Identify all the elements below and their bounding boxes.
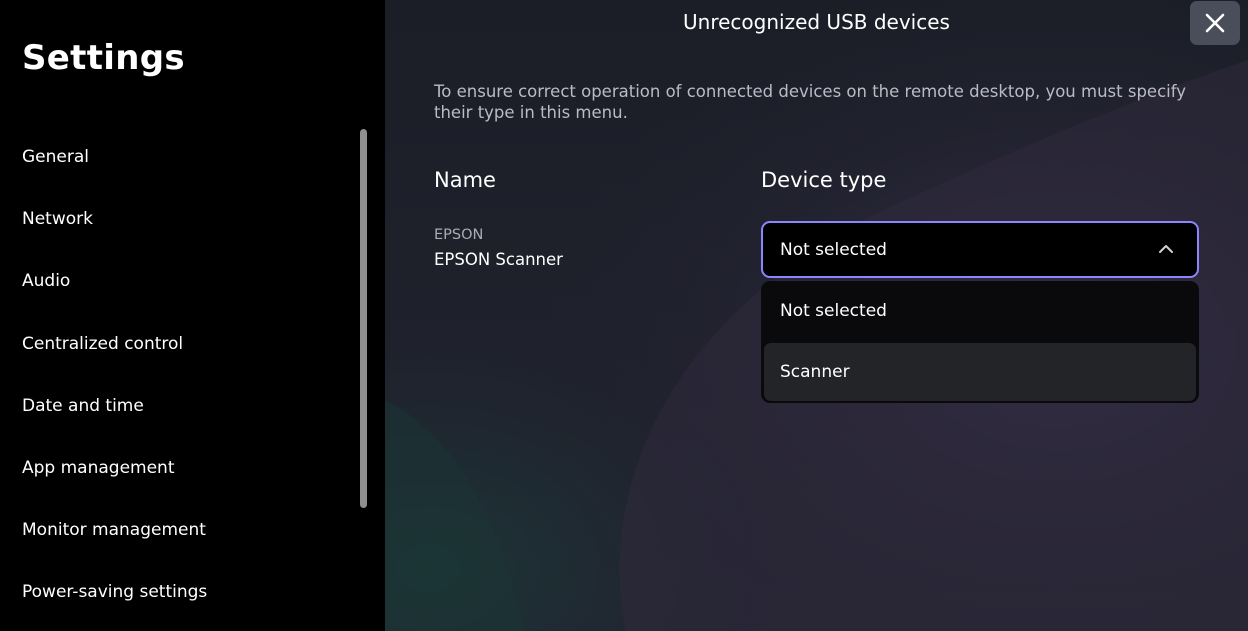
sidebar-item-date-and-time[interactable]: Date and time — [0, 375, 350, 437]
column-header-device-type: Device type — [761, 168, 887, 192]
settings-window: Settings General Network Audio Centraliz… — [0, 0, 1248, 631]
sidebar-item-power-saving-settings[interactable]: Power-saving settings — [0, 561, 350, 623]
sidebar-item-centralized-control[interactable]: Centralized control — [0, 313, 350, 375]
sidebar-scrollbar[interactable] — [360, 129, 367, 508]
close-icon — [1205, 13, 1225, 33]
chevron-up-icon — [1159, 245, 1173, 253]
sidebar-item-network[interactable]: Network — [0, 188, 350, 250]
sidebar: Settings General Network Audio Centraliz… — [0, 0, 385, 631]
dropdown-option-not-selected[interactable]: Not selected — [764, 282, 1196, 340]
device-name: EPSON Scanner — [434, 250, 563, 269]
sidebar-item-app-management[interactable]: App management — [0, 437, 350, 499]
dropdown-option-scanner[interactable]: Scanner — [764, 343, 1196, 401]
device-type-selected-value: Not selected — [780, 239, 887, 260]
sidebar-title: Settings — [22, 38, 185, 78]
device-type-select[interactable]: Not selected — [761, 221, 1199, 278]
close-button[interactable] — [1190, 1, 1240, 45]
dialog-title: Unrecognized USB devices — [683, 10, 950, 34]
column-header-name: Name — [434, 168, 496, 192]
sidebar-menu: General Network Audio Centralized contro… — [0, 126, 350, 624]
dialog-description: To ensure correct operation of connected… — [434, 82, 1187, 122]
device-type-dropdown: Not selected Scanner — [761, 281, 1199, 403]
sidebar-item-general[interactable]: General — [0, 126, 350, 188]
sidebar-item-audio[interactable]: Audio — [0, 250, 350, 312]
usb-devices-dialog: Unrecognized USB devices To ensure corre… — [385, 0, 1248, 631]
device-vendor: EPSON — [434, 227, 484, 243]
sidebar-item-monitor-management[interactable]: Monitor management — [0, 499, 350, 561]
